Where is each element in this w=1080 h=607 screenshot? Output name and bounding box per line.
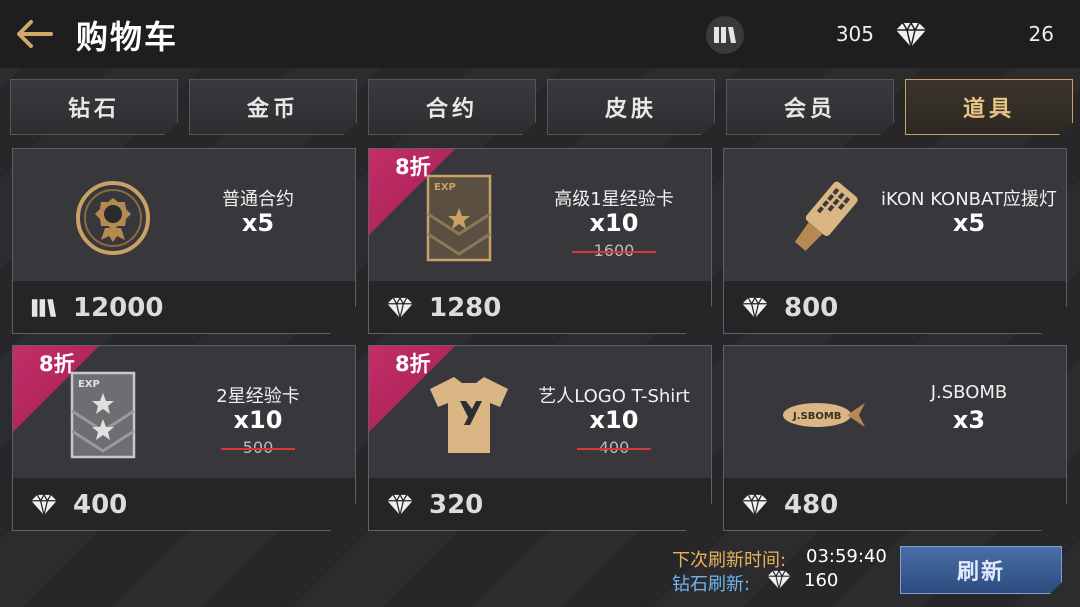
ticket-icon (27, 293, 61, 323)
item-price: 1280 (429, 293, 502, 323)
item-card[interactable]: 8折 EXP 高级1星经验卡 x10 1600 1280 (368, 148, 712, 334)
diamond-icon (383, 490, 417, 520)
tab-gold[interactable]: 金币 (189, 79, 357, 135)
diamond-icon (738, 293, 772, 323)
item-card[interactable]: 8折 EXP 2星经验卡 x10 500 400 (12, 345, 356, 531)
refresh-cost-label: 钻石刷新: (672, 574, 751, 595)
price-bar (369, 281, 711, 333)
item-price: 800 (784, 293, 839, 323)
diamond-icon (738, 490, 772, 520)
item-quantity: x5 (241, 209, 275, 237)
diamond-icon (764, 569, 794, 591)
item-name: 高级1星经验卡 (554, 189, 674, 210)
ticket-count: 305 (835, 22, 874, 46)
diamond-icon (890, 16, 932, 54)
item-card[interactable]: 普通合约 x5 12000 (12, 148, 356, 334)
contract-medal-icon (53, 163, 173, 273)
diamond-count: 26 (1028, 22, 1054, 46)
item-quantity: x10 (233, 406, 283, 434)
tab-items[interactable]: 道具 (905, 79, 1073, 135)
price-bar (13, 478, 355, 530)
item-price: 320 (429, 490, 484, 520)
price-bar (724, 281, 1066, 333)
lightstick-icon (764, 163, 884, 273)
refresh-time: 03:59:40 (806, 546, 887, 567)
item-card[interactable]: iKON KONBAT应援灯 x5 800 (723, 148, 1067, 334)
bomb-label: J.SBOMB (792, 411, 841, 422)
item-card[interactable]: J.SBOMB J.SBOMB x3 480 (723, 345, 1067, 531)
bomb-icon: J.SBOMB (764, 360, 884, 470)
item-name: 普通合约 (222, 189, 294, 210)
refresh-button[interactable]: 刷新 (900, 546, 1062, 594)
item-price: 480 (784, 490, 839, 520)
exp-card-gold-icon: EXP (399, 163, 519, 273)
tab-skin[interactable]: 皮肤 (547, 79, 715, 135)
price-bar (13, 281, 355, 333)
back-arrow-icon (17, 20, 53, 48)
tab-member[interactable]: 会员 (726, 79, 894, 135)
original-price: 500 (163, 438, 353, 457)
original-price: 400 (519, 438, 709, 457)
original-price: 1600 (519, 241, 709, 260)
tab-contract[interactable]: 合约 (368, 79, 536, 135)
exp-label: EXP (78, 379, 100, 390)
item-name: 艺人LOGO T-Shirt (538, 386, 690, 407)
top-bar: 购物车 305 26 (0, 0, 1080, 68)
item-quantity: x3 (952, 406, 986, 434)
tab-diamond[interactable]: 钻石 (10, 79, 178, 135)
price-bar (724, 478, 1066, 530)
diamond-icon (383, 293, 417, 323)
diamond-icon (27, 490, 61, 520)
price-bar (369, 478, 711, 530)
item-name: J.SBOMB (930, 382, 1008, 403)
item-quantity: x5 (952, 209, 986, 237)
exp-label: EXP (434, 182, 456, 193)
tshirt-icon (409, 360, 529, 470)
ticket-icon (706, 16, 744, 54)
page-title: 购物车 (76, 18, 179, 56)
refresh-cost: 160 (804, 570, 839, 591)
item-quantity: x10 (589, 406, 639, 434)
item-name: iKON KONBAT应援灯 (881, 189, 1057, 210)
item-name: 2星经验卡 (216, 386, 300, 407)
back-button[interactable] (14, 14, 54, 54)
item-quantity: x10 (589, 209, 639, 237)
item-price: 400 (73, 490, 128, 520)
exp-card-silver-icon: EXP (43, 360, 163, 470)
item-card[interactable]: 8折 艺人LOGO T-Shirt x10 400 320 (368, 345, 712, 531)
item-price: 12000 (73, 293, 164, 323)
